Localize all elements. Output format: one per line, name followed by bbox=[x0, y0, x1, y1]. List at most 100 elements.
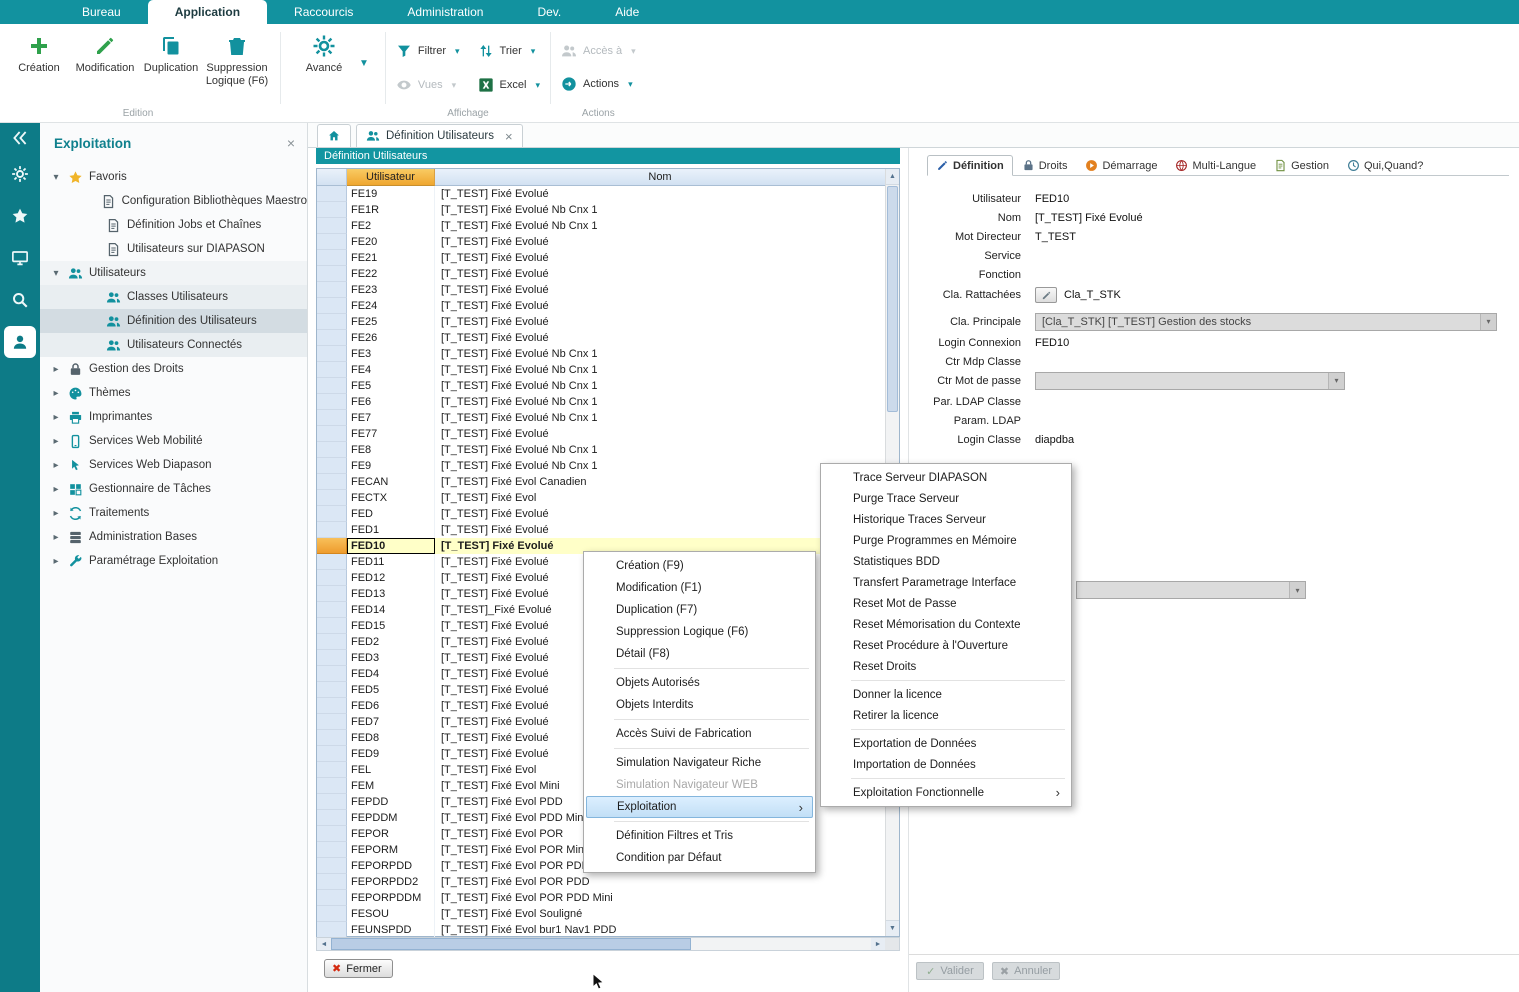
row-selector[interactable] bbox=[317, 874, 347, 890]
table-row[interactable]: FE26 [T_TEST] Fixé Evolué bbox=[317, 330, 899, 346]
detail-tab[interactable]: Démarrage bbox=[1076, 155, 1166, 176]
row-selector[interactable] bbox=[317, 506, 347, 522]
submenu-item[interactable]: Exportation de Données bbox=[823, 733, 1069, 754]
menu-tab[interactable]: Raccourcis bbox=[267, 0, 380, 24]
scroll-up-icon[interactable]: ▲ bbox=[886, 169, 899, 185]
vertical-scrollbar-thumb[interactable] bbox=[887, 186, 898, 412]
detail-tab[interactable]: Gestion bbox=[1265, 155, 1338, 176]
context-menu-item[interactable]: Détail (F8) bbox=[586, 643, 813, 665]
sidebar-item[interactable]: Services Web Diapason bbox=[40, 453, 307, 477]
table-row[interactable]: FE7 [T_TEST] Fixé Evolué Nb Cnx 1 bbox=[317, 410, 899, 426]
row-selector[interactable] bbox=[317, 346, 347, 362]
column-header-utilisateur[interactable]: Utilisateur bbox=[347, 169, 435, 186]
tree-expander-icon[interactable] bbox=[50, 172, 62, 183]
context-menu-item[interactable]: Simulation Navigateur Riche bbox=[586, 752, 813, 774]
sidebar-item[interactable]: Gestionnaire de Tâches bbox=[40, 477, 307, 501]
cla-principale-select[interactable]: [Cla_T_STK] [T_TEST] Gestion des stocks … bbox=[1035, 313, 1497, 331]
collapse-panel-button[interactable] bbox=[0, 123, 40, 153]
context-menu-item[interactable]: Modification (F1) bbox=[586, 577, 813, 599]
row-selector[interactable] bbox=[317, 282, 347, 298]
context-menu-item[interactable]: Objets Autorisés bbox=[586, 672, 813, 694]
submenu-item[interactable]: Reset Procédure à l'Ouverture bbox=[823, 635, 1069, 656]
ribbon-button[interactable]: Suppression Logique (F6) bbox=[204, 29, 270, 87]
context-menu-item[interactable]: Création (F9) bbox=[586, 555, 813, 577]
row-selector[interactable] bbox=[317, 730, 347, 746]
submenu-item[interactable]: Purge Trace Serveur bbox=[823, 488, 1069, 509]
tree-expander-icon[interactable] bbox=[50, 556, 62, 567]
table-row[interactable]: FE19 [T_TEST] Fixé Evolué bbox=[317, 186, 899, 202]
detail-tab[interactable]: Droits bbox=[1013, 155, 1077, 176]
row-selector[interactable] bbox=[317, 314, 347, 330]
chevron-down-icon[interactable]: ▾ bbox=[1328, 373, 1344, 389]
tree-expander-icon[interactable] bbox=[50, 388, 62, 399]
sidebar-item[interactable]: Définition des Utilisateurs bbox=[40, 309, 307, 333]
row-selector[interactable] bbox=[317, 842, 347, 858]
row-selector[interactable] bbox=[317, 186, 347, 202]
ribbon-button[interactable]: Création bbox=[6, 29, 72, 87]
utilisateur-field[interactable]: FED10 bbox=[1035, 193, 1069, 205]
row-selector[interactable] bbox=[317, 714, 347, 730]
sidebar-close-icon[interactable]: × bbox=[287, 135, 295, 151]
dropdown-caret-icon[interactable]: ▾ bbox=[628, 79, 633, 90]
table-row[interactable]: FE1R [T_TEST] Fixé Evolué Nb Cnx 1 bbox=[317, 202, 899, 218]
tree-expander-icon[interactable] bbox=[50, 508, 62, 519]
table-row[interactable]: FE23 [T_TEST] Fixé Evolué bbox=[317, 282, 899, 298]
horizontal-scrollbar[interactable]: ◄ ► bbox=[316, 937, 900, 951]
ctr-mot-de-passe-select[interactable]: ▾ bbox=[1035, 372, 1345, 390]
submenu-item[interactable]: Reset Mot de Passe bbox=[823, 593, 1069, 614]
submenu-item[interactable]: Statistiques BDD bbox=[823, 551, 1069, 572]
context-menu-item[interactable]: Accès Suivi de Fabrication bbox=[586, 723, 813, 745]
scroll-down-icon[interactable]: ▼ bbox=[886, 920, 899, 936]
dropdown-caret-icon[interactable]: ▾ bbox=[531, 46, 536, 57]
menu-tab[interactable]: Dev. bbox=[510, 0, 588, 24]
table-row[interactable]: FE3 [T_TEST] Fixé Evolué Nb Cnx 1 bbox=[317, 346, 899, 362]
submenu-item[interactable]: Reset Mémorisation du Contexte bbox=[823, 614, 1069, 635]
sidebar-item[interactable]: Utilisateurs sur DIAPASON bbox=[40, 237, 307, 261]
sidebar-item[interactable]: Services Web Mobilité bbox=[40, 429, 307, 453]
context-menu-item[interactable]: Duplication (F7) bbox=[586, 599, 813, 621]
table-row[interactable]: FECAN [T_TEST] Fixé Evol Canadien bbox=[317, 474, 899, 490]
settings-strip-button[interactable] bbox=[0, 153, 40, 195]
table-row[interactable]: FED1 [T_TEST] Fixé Evolué bbox=[317, 522, 899, 538]
sidebar-item[interactable]: Traitements bbox=[40, 501, 307, 525]
avance-dropdown-caret[interactable]: ▼ bbox=[359, 58, 369, 69]
mot-directeur-field[interactable]: T_TEST bbox=[1035, 231, 1076, 243]
detail-extra-select[interactable]: ▾ bbox=[1076, 581, 1306, 599]
sidebar-item[interactable]: Gestion des Droits bbox=[40, 357, 307, 381]
row-selector[interactable] bbox=[317, 490, 347, 506]
row-selector[interactable] bbox=[317, 298, 347, 314]
submenu-item[interactable]: Transfert Parametrage Interface bbox=[823, 572, 1069, 593]
chevron-down-icon[interactable]: ▾ bbox=[1289, 582, 1305, 598]
tree-expander-icon[interactable] bbox=[50, 484, 62, 495]
detail-tab[interactable]: Qui,Quand? bbox=[1338, 155, 1432, 176]
column-header-nom[interactable]: Nom bbox=[435, 169, 885, 186]
tree-expander-icon[interactable] bbox=[50, 460, 62, 471]
sidebar-item[interactable]: Classes Utilisateurs bbox=[40, 285, 307, 309]
selector-column-header[interactable] bbox=[317, 169, 347, 186]
context-menu-item[interactable]: Condition par Défaut bbox=[586, 847, 813, 869]
row-selector[interactable] bbox=[317, 426, 347, 442]
row-selector[interactable] bbox=[317, 330, 347, 346]
sidebar-item[interactable]: Définition Jobs et Chaînes bbox=[40, 213, 307, 237]
excel-button[interactable]: Excel▾ bbox=[478, 73, 540, 97]
submenu-item[interactable]: Retirer la licence bbox=[823, 705, 1069, 726]
scroll-left-icon[interactable]: ◄ bbox=[317, 938, 331, 950]
row-selector[interactable] bbox=[317, 458, 347, 474]
login-classe-field[interactable]: diapdba bbox=[1035, 434, 1074, 446]
context-menu-item[interactable]: Suppression Logique (F6) bbox=[586, 621, 813, 643]
row-selector[interactable] bbox=[317, 602, 347, 618]
row-selector[interactable] bbox=[317, 202, 347, 218]
row-selector[interactable] bbox=[317, 250, 347, 266]
row-selector[interactable] bbox=[317, 522, 347, 538]
row-selector[interactable] bbox=[317, 634, 347, 650]
cla-rattachees-edit-button[interactable] bbox=[1035, 287, 1057, 303]
menu-tab[interactable]: Administration bbox=[380, 0, 510, 24]
table-row[interactable]: FE22 [T_TEST] Fixé Evolué bbox=[317, 266, 899, 282]
favorites-strip-button[interactable] bbox=[0, 195, 40, 237]
row-selector[interactable] bbox=[317, 762, 347, 778]
sidebar-item[interactable]: Utilisateurs Connectés bbox=[40, 333, 307, 357]
dropdown-caret-icon[interactable]: ▾ bbox=[535, 80, 540, 91]
table-row[interactable]: FE4 [T_TEST] Fixé Evolué Nb Cnx 1 bbox=[317, 362, 899, 378]
home-tab[interactable] bbox=[317, 124, 351, 147]
row-selector[interactable] bbox=[317, 394, 347, 410]
